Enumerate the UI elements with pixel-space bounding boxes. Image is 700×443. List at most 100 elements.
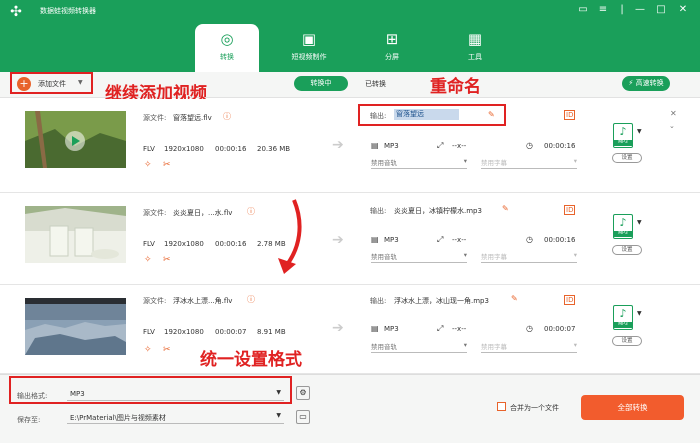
media-icon: ▤	[371, 141, 379, 150]
output-format-value: MP3	[384, 325, 399, 333]
app-logo-icon: ✣	[10, 4, 22, 20]
output-format-select[interactable]: MP3 ▼	[67, 388, 284, 401]
resolution-value: 1920x1080	[164, 240, 204, 248]
save-path-value: E:\PrMaterial\图片与视频素材	[70, 414, 166, 422]
dropdown-value: 禁用字幕	[481, 159, 507, 167]
audio-track-dropdown[interactable]: 禁用音轨 ▾	[371, 251, 467, 263]
scissors-icon[interactable]: ✂	[163, 345, 171, 355]
output-format-label: 输出格式:	[17, 392, 48, 400]
output-format-value: MP3	[384, 142, 399, 150]
subtitle-dropdown[interactable]: 禁用字幕 ▾	[481, 341, 577, 353]
media-icon: ▤	[371, 324, 379, 333]
clock-icon: ◷	[526, 235, 533, 244]
chevron-down-icon[interactable]: ▼	[637, 310, 642, 317]
save-path-select[interactable]: E:\PrMaterial\图片与视频素材 ▼	[67, 411, 284, 424]
chevron-down-icon[interactable]: ▼	[637, 128, 642, 135]
subtitle-dropdown[interactable]: 禁用字幕 ▾	[481, 157, 577, 169]
annotation-arrow	[278, 199, 302, 274]
arrow-right-icon: ➔	[332, 232, 344, 248]
separator-icon: |	[620, 4, 624, 15]
source-filename: 窗落望远.flv	[173, 114, 212, 122]
source-label: 源文件:	[143, 209, 167, 217]
tab-tools[interactable]: ▦ 工具	[443, 24, 507, 72]
video-thumbnail[interactable]	[25, 206, 126, 263]
info-icon[interactable]: ⓘ	[247, 206, 255, 217]
edit-icon[interactable]: ✎	[502, 204, 509, 213]
output-name-input[interactable]: 窗落望远	[394, 109, 459, 120]
expand-icon[interactable]: ⌄	[669, 122, 675, 130]
mp3-format-icon[interactable]: ♪ MP3	[613, 123, 633, 148]
settings-button[interactable]: 设置	[612, 153, 642, 163]
lightning-icon: ⚡	[628, 79, 634, 87]
scissors-icon[interactable]: ✂	[163, 160, 171, 170]
feedback-icon[interactable]: ▭	[575, 3, 591, 17]
chevron-down-icon: ▾	[463, 341, 467, 349]
folder-icon[interactable]: ▭	[296, 410, 310, 424]
fast-convert-button[interactable]: ⚡ 高速转换	[622, 76, 670, 91]
chevron-down-icon: ▾	[573, 251, 577, 259]
maximize-icon[interactable]: □	[653, 3, 669, 17]
merge-checkbox[interactable]	[497, 402, 506, 411]
magic-wand-icon[interactable]: ✧	[144, 160, 152, 170]
format-value: FLV	[143, 240, 155, 248]
size-value: 20.36 MB	[257, 145, 291, 153]
id3-icon[interactable]: ID	[564, 295, 576, 305]
scissors-icon[interactable]: ✂	[163, 255, 171, 265]
tab-label: 工具	[468, 53, 482, 61]
magic-wand-icon[interactable]: ✧	[144, 345, 152, 355]
output-duration-value: 00:00:07	[544, 325, 576, 333]
chevron-down-icon[interactable]: ▼	[637, 219, 642, 226]
output-label: 输出:	[370, 297, 387, 305]
tab-split-screen[interactable]: ⊞ 分屏	[360, 24, 424, 72]
video-thumbnail[interactable]	[25, 298, 126, 355]
settings-button[interactable]: 设置	[612, 336, 642, 346]
dropdown-value: 禁用字幕	[481, 253, 507, 261]
subtitle-dropdown[interactable]: 禁用字幕 ▾	[481, 251, 577, 263]
source-label: 源文件:	[143, 297, 167, 305]
chevron-down-icon: ▾	[573, 157, 577, 165]
video-thumbnail[interactable]	[25, 111, 126, 168]
output-duration-value: 00:00:16	[544, 142, 576, 150]
duration-value: 00:00:07	[215, 328, 247, 336]
id3-icon[interactable]: ID	[564, 110, 576, 120]
chevron-down-icon: ▼	[276, 389, 281, 396]
convert-all-button[interactable]: 全部转换	[581, 395, 684, 420]
dimension-value: --x--	[452, 325, 467, 333]
magic-wand-icon[interactable]: ✧	[144, 255, 152, 265]
audio-track-dropdown[interactable]: 禁用音轨 ▾	[371, 341, 467, 353]
resolution-value: 1920x1080	[164, 328, 204, 336]
output-format-value: MP3	[384, 236, 399, 244]
format-settings-icon[interactable]: ⚙	[296, 386, 310, 400]
remove-icon[interactable]: ✕	[670, 109, 677, 118]
arrow-right-icon: ➔	[332, 137, 344, 153]
media-icon: ▤	[371, 235, 379, 244]
audio-track-dropdown[interactable]: 禁用音轨 ▾	[371, 157, 467, 169]
dropdown-value: 禁用音轨	[371, 253, 397, 261]
minimize-icon[interactable]: —	[632, 3, 648, 17]
size-value: 8.91 MB	[257, 328, 286, 336]
settings-button[interactable]: 设置	[612, 245, 642, 255]
duration-value: 00:00:16	[215, 240, 247, 248]
tab-converting[interactable]: 转换中	[294, 76, 348, 91]
chevron-down-icon: ▾	[463, 157, 467, 165]
info-icon[interactable]: ⓘ	[247, 294, 255, 305]
resize-icon: ⤢	[437, 324, 444, 333]
video-maker-icon: ▣	[301, 30, 317, 48]
tab-video-maker[interactable]: ▣ 短视频制作	[277, 24, 341, 72]
tab-convert[interactable]: ◎ 转换	[195, 24, 259, 72]
app-title: 数据蛙视频转换器	[40, 7, 96, 15]
id3-icon[interactable]: ID	[564, 205, 576, 215]
edit-icon[interactable]: ✎	[511, 294, 518, 303]
output-format-value: MP3	[70, 390, 85, 398]
chevron-down-icon: ▼	[276, 412, 281, 419]
close-icon[interactable]: ✕	[675, 3, 691, 17]
menu-icon[interactable]: ≡	[595, 3, 611, 17]
info-icon[interactable]: ⓘ	[223, 111, 231, 122]
arrow-right-icon: ➔	[332, 320, 344, 336]
edit-icon[interactable]: ✎	[488, 110, 495, 119]
tab-converted[interactable]: 已转换	[365, 79, 386, 89]
tab-label: 短视频制作	[291, 53, 327, 61]
mp3-format-icon[interactable]: ♪ MP3	[613, 305, 633, 330]
mp3-format-icon[interactable]: ♪ MP3	[613, 214, 633, 239]
clock-icon: ◷	[526, 141, 533, 150]
